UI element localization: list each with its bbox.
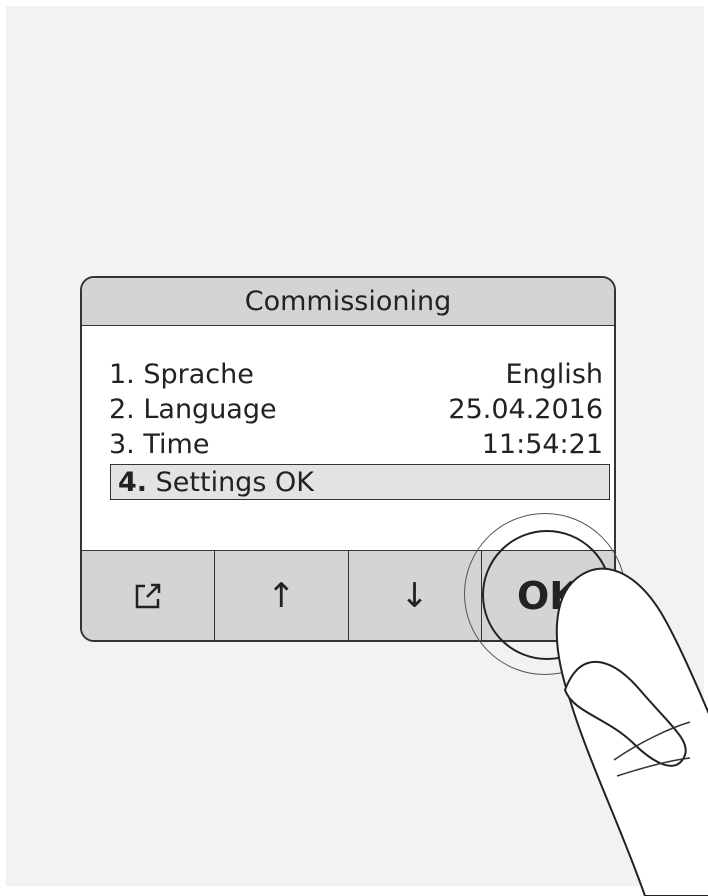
finger-pointer-icon xyxy=(555,567,708,896)
